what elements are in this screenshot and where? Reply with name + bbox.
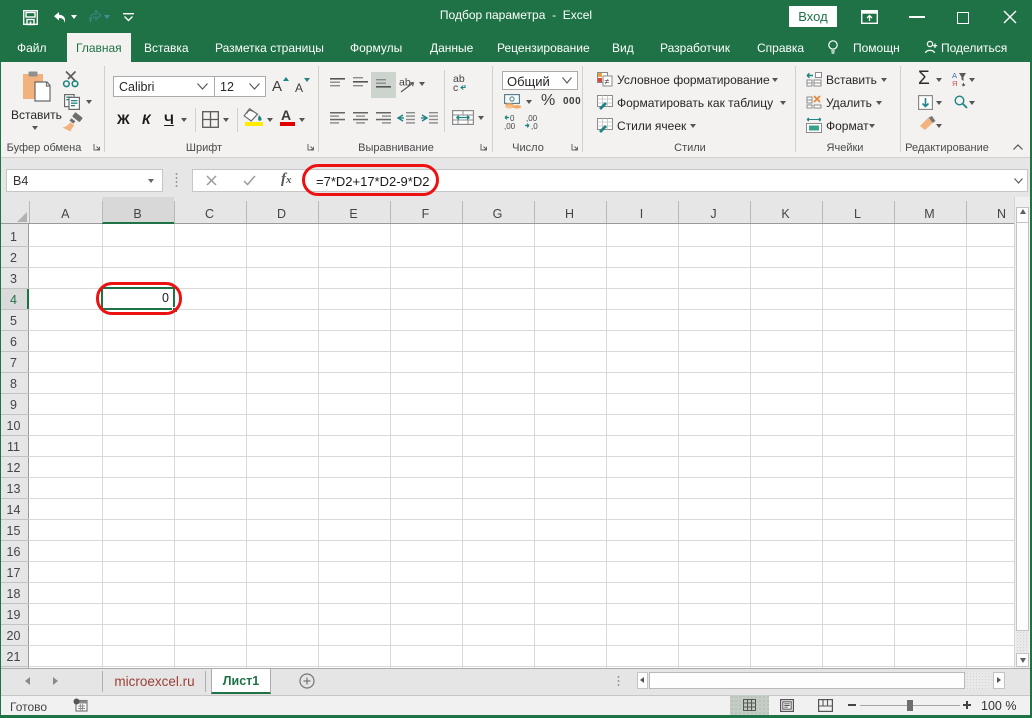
svg-text:ab: ab bbox=[399, 77, 411, 89]
svg-text:,00: ,00 bbox=[504, 122, 516, 131]
svg-text:Я: Я bbox=[952, 79, 957, 88]
svg-text:≠: ≠ bbox=[605, 77, 610, 87]
svg-text:,0: ,0 bbox=[531, 122, 538, 131]
svg-text:c: c bbox=[453, 82, 458, 94]
